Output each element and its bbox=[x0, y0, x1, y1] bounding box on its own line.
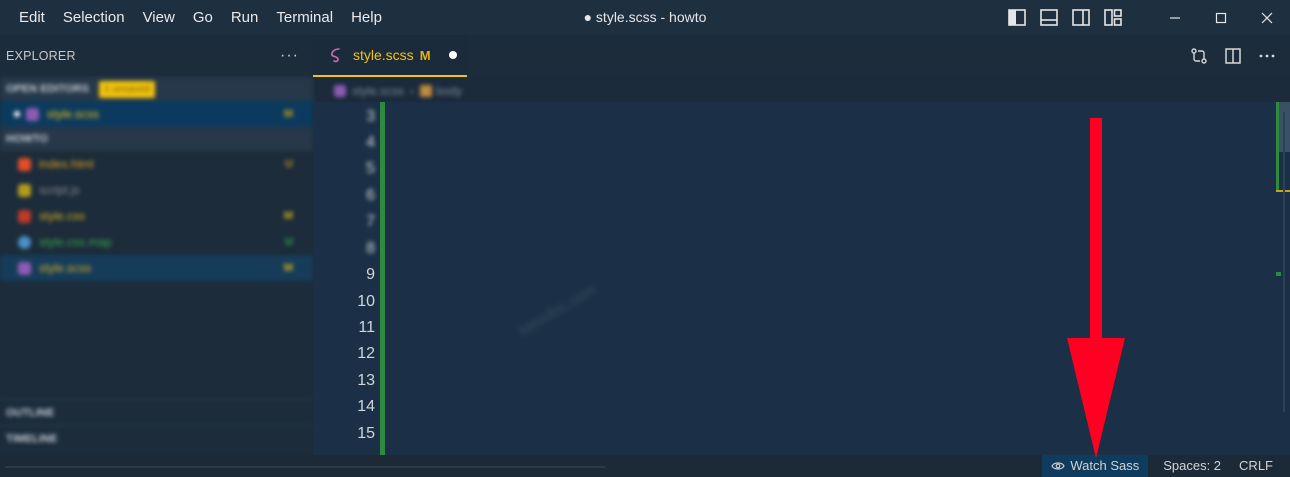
unsaved-badge: 1 unsaved bbox=[98, 80, 156, 98]
editor-scrollbar[interactable] bbox=[1276, 102, 1290, 455]
line-number: 15 bbox=[357, 425, 375, 442]
file-name: index.html bbox=[39, 157, 94, 171]
sass-file-icon bbox=[26, 107, 39, 121]
line-number: 9 bbox=[366, 266, 375, 283]
file-item[interactable]: style.scss M bbox=[0, 255, 313, 281]
menu-selection[interactable]: Selection bbox=[54, 0, 134, 35]
close-button[interactable] bbox=[1244, 0, 1290, 35]
maximize-button[interactable] bbox=[1198, 0, 1244, 35]
explorer-title: EXPLORER bbox=[6, 49, 76, 63]
more-actions-icon[interactable] bbox=[1258, 47, 1276, 65]
eye-icon bbox=[1051, 462, 1066, 470]
breadcrumb: style.scss › body bbox=[334, 80, 462, 102]
explorer-header: EXPLORER ··· bbox=[0, 35, 313, 77]
tab-label: style.scss bbox=[353, 47, 414, 63]
file-item[interactable]: script.js bbox=[0, 177, 313, 203]
explorer-content: OPEN EDITORS 1 unsaved style.scss M HOWT… bbox=[0, 77, 313, 281]
menu-go[interactable]: Go bbox=[184, 0, 222, 35]
file-name: style.scss bbox=[47, 107, 100, 121]
sass-file-icon bbox=[334, 85, 346, 97]
minimize-icon bbox=[1170, 16, 1180, 19]
menu-bar: Edit Selection View Go Run Terminal Help bbox=[0, 0, 391, 35]
toggle-secondary-sidebar-icon[interactable] bbox=[1072, 9, 1090, 26]
breadcrumb-file[interactable]: style.scss bbox=[352, 84, 404, 98]
indentation-button[interactable]: Spaces: 2 bbox=[1154, 455, 1230, 477]
folder-section[interactable]: HOWTO bbox=[0, 127, 313, 151]
watermark: sassdoc.com bbox=[514, 281, 599, 340]
file-item[interactable]: style.css M bbox=[0, 203, 313, 229]
file-item[interactable]: style.css.map U bbox=[0, 229, 313, 255]
line-number: 14 bbox=[357, 398, 375, 415]
menu-run[interactable]: Run bbox=[222, 0, 268, 35]
file-status: U bbox=[285, 158, 293, 170]
folder-label: HOWTO bbox=[6, 133, 48, 145]
red-arrow-annotation bbox=[1067, 118, 1125, 458]
symbol-icon bbox=[420, 85, 433, 97]
open-changes-icon[interactable] bbox=[1190, 47, 1208, 65]
customize-layout-icon[interactable] bbox=[1104, 9, 1122, 26]
explorer-sidebar: EXPLORER ··· OPEN EDITORS 1 unsaved styl… bbox=[0, 35, 313, 455]
line-number: 10 bbox=[357, 293, 375, 310]
js-file-icon bbox=[18, 183, 31, 197]
line-number: 11 bbox=[358, 319, 375, 336]
toggle-primary-sidebar-icon[interactable] bbox=[1008, 9, 1026, 26]
css-file-icon bbox=[18, 209, 31, 223]
sass-file-icon bbox=[331, 48, 340, 63]
open-editor-item[interactable]: style.scss M bbox=[0, 101, 313, 127]
unsaved-dot-icon bbox=[14, 111, 20, 117]
menu-terminal[interactable]: Terminal bbox=[267, 0, 342, 35]
editor-actions bbox=[1190, 47, 1276, 65]
outline-label: OUTLINE bbox=[6, 406, 55, 419]
file-name: script.js bbox=[39, 183, 80, 197]
editor-area[interactable]: 3 4 5 6 7 8 9 10 11 12 13 14 15 sassdoc.… bbox=[313, 102, 1290, 455]
window-controls bbox=[1152, 0, 1290, 35]
tab-style-scss[interactable]: style.scss M bbox=[313, 35, 467, 77]
unsaved-dot-icon[interactable] bbox=[448, 51, 457, 59]
minimize-button[interactable] bbox=[1152, 0, 1198, 35]
line-number: 12 bbox=[357, 345, 375, 362]
map-file-icon bbox=[18, 235, 31, 249]
menu-view[interactable]: View bbox=[134, 0, 184, 35]
menu-help[interactable]: Help bbox=[342, 0, 391, 35]
file-name: style.css.map bbox=[39, 235, 112, 249]
title-bar: Edit Selection View Go Run Terminal Help… bbox=[0, 0, 1290, 35]
menu-edit[interactable]: Edit bbox=[10, 0, 54, 35]
split-editor-icon[interactable] bbox=[1224, 47, 1242, 65]
breadcrumb-symbol[interactable]: body bbox=[436, 84, 462, 98]
file-status: M bbox=[283, 210, 293, 222]
open-editors-section[interactable]: OPEN EDITORS 1 unsaved bbox=[0, 77, 313, 101]
html-file-icon bbox=[18, 157, 31, 171]
end-of-line-button[interactable]: CRLF bbox=[1230, 455, 1290, 477]
maximize-icon bbox=[1215, 12, 1227, 23]
timeline-section[interactable]: TIMELINE bbox=[0, 425, 313, 451]
file-name: style.scss bbox=[39, 261, 92, 275]
open-editors-label: OPEN EDITORS bbox=[6, 83, 89, 95]
editor-tab-bar: style.scss M bbox=[313, 35, 1290, 77]
line-number-gutter-sharp: 9 10 11 12 13 14 15 bbox=[313, 102, 381, 455]
file-name: style.css bbox=[39, 209, 86, 223]
outline-section[interactable]: OUTLINE bbox=[0, 399, 313, 425]
close-icon bbox=[1261, 12, 1273, 23]
file-status: M bbox=[283, 108, 293, 120]
status-left-area bbox=[5, 466, 605, 468]
layout-controls bbox=[1008, 9, 1122, 26]
timeline-label: TIMELINE bbox=[6, 432, 58, 445]
file-status: M bbox=[283, 262, 293, 274]
line-number: 13 bbox=[357, 372, 375, 389]
tab-modified-indicator: M bbox=[419, 47, 431, 63]
vscode-window: Edit Selection View Go Run Terminal Help… bbox=[0, 0, 1290, 477]
more-actions-icon[interactable]: ··· bbox=[280, 47, 299, 65]
sass-file-icon bbox=[18, 261, 31, 275]
chevron-right-icon: › bbox=[410, 84, 415, 98]
modified-lines-indicator bbox=[380, 102, 385, 455]
file-item[interactable]: index.html U bbox=[0, 151, 313, 177]
file-status: U bbox=[285, 236, 293, 248]
toggle-panel-icon[interactable] bbox=[1040, 9, 1058, 26]
